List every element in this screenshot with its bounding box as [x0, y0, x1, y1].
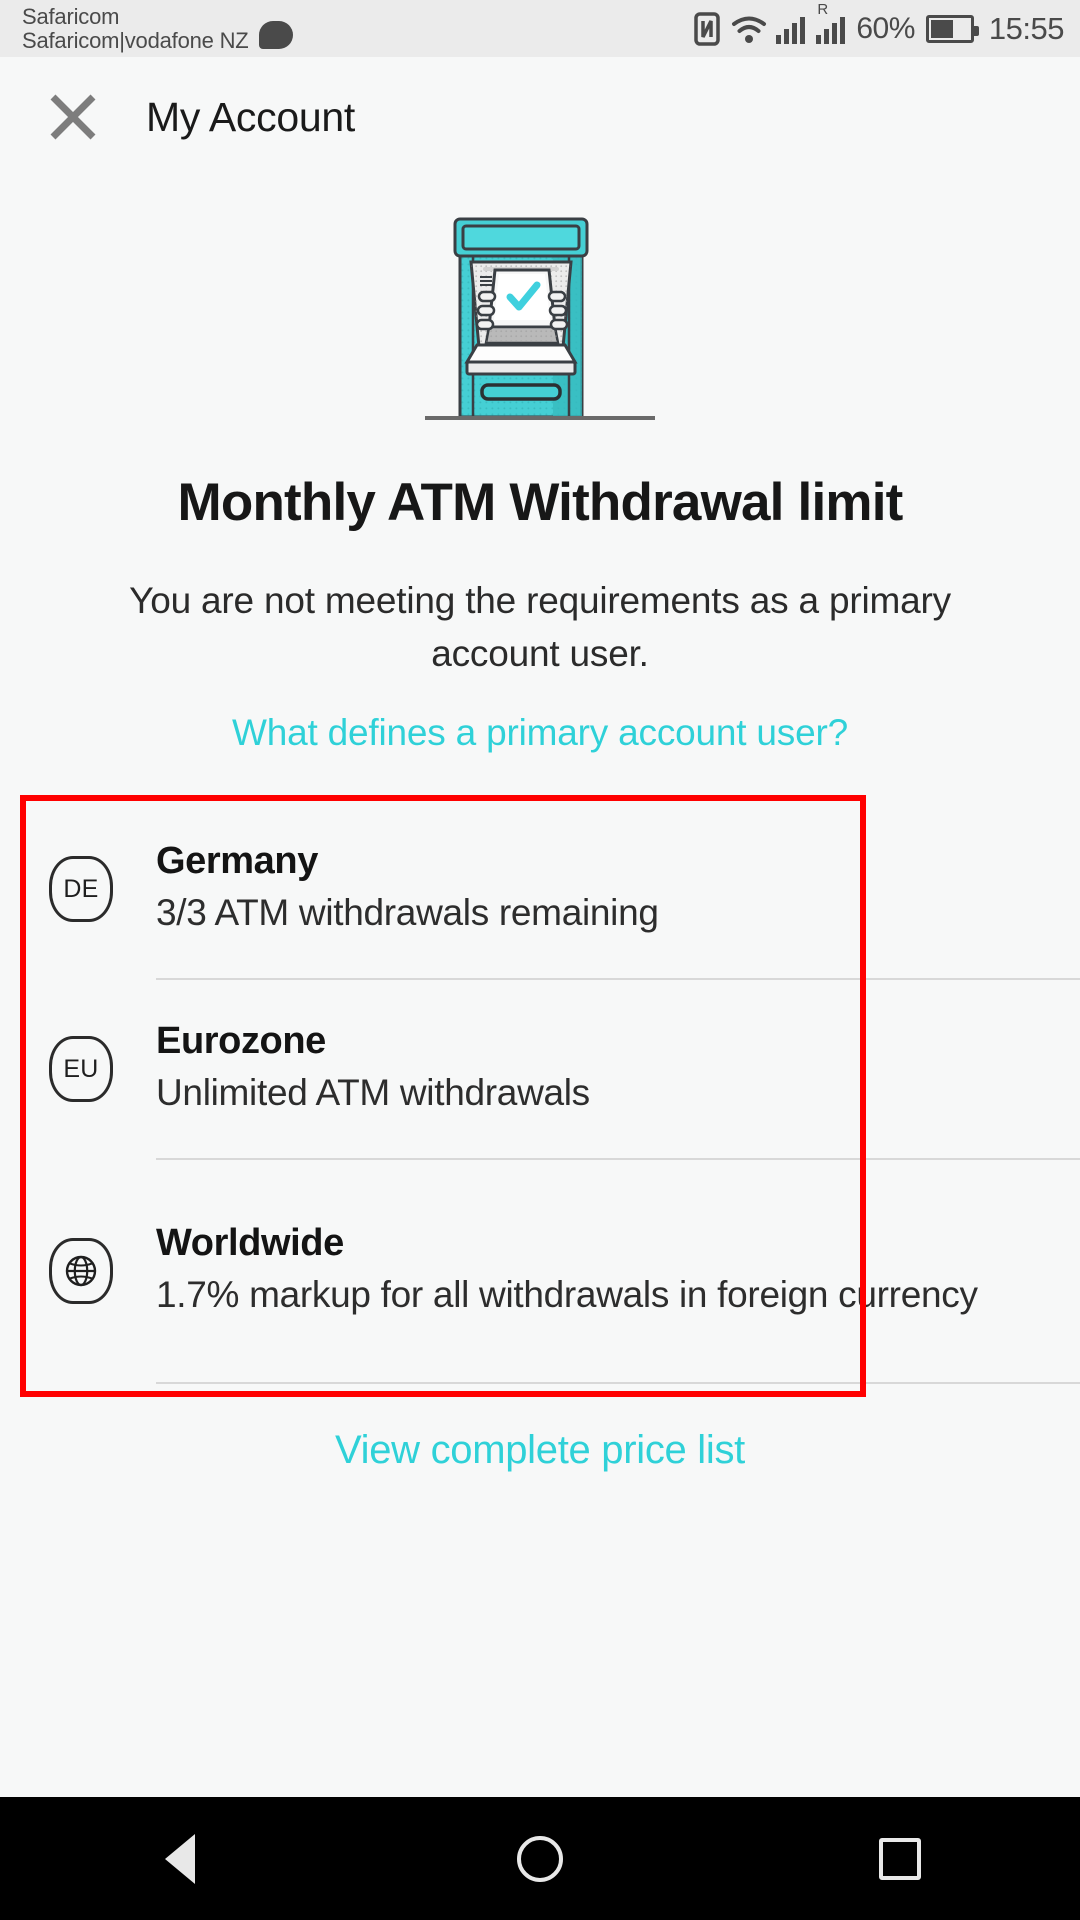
list-divider — [156, 1382, 1080, 1384]
globe-icon-shape — [49, 1238, 113, 1304]
carrier-line-2: Safaricom|vodafone NZ — [22, 27, 249, 53]
list-item[interactable]: Worldwide 1.7% markup for all withdrawal… — [0, 1160, 1080, 1382]
list-item-title: Worldwide — [156, 1222, 344, 1265]
carrier-info: Safaricom Safaricom|vodafone NZ — [22, 3, 293, 53]
battery-percent: 60% — [856, 11, 915, 45]
close-icon[interactable] — [38, 82, 108, 152]
battery-icon — [925, 14, 979, 43]
flag-eu-label: EU — [49, 1036, 113, 1102]
main-heading: Monthly ATM Withdrawal limit — [177, 473, 904, 532]
message-bubble-icon — [258, 20, 293, 49]
list-item-desc: 1.7% markup for all withdrawals in forei… — [156, 1274, 978, 1316]
main-subtitle: You are not meeting the requirements as … — [129, 580, 951, 674]
app-header: My Account — [0, 57, 1080, 177]
back-triangle-icon[interactable] — [120, 1797, 240, 1920]
page-title: My Account — [146, 93, 355, 140]
list-item-title: Germany — [156, 840, 318, 883]
list-item-desc: 3/3 ATM withdrawals remaining — [156, 892, 659, 934]
roaming-signal-icon: R — [816, 1, 846, 44]
list-item-desc: Unlimited ATM withdrawals — [156, 1072, 590, 1114]
recents-square-icon[interactable] — [840, 1797, 960, 1920]
list-item-text: Worldwide 1.7% markup for all withdrawal… — [156, 1222, 1080, 1319]
status-icons: R 60% 15:55 — [694, 1, 1065, 47]
atm-limits-list: DE Germany 3/3 ATM withdrawals remaining… — [0, 800, 1080, 1384]
list-item[interactable]: EU Eurozone Unlimited ATM withdrawals — [0, 980, 1080, 1158]
signal-bars-icon — [776, 14, 806, 44]
carrier-line-1: Safaricom — [22, 3, 120, 29]
flag-de-icon: DE — [48, 856, 114, 922]
atm-machine-illustration — [0, 215, 1080, 440]
nfc-icon — [694, 11, 721, 46]
android-nav-bar — [0, 1797, 1080, 1920]
flag-eu-icon: EU — [48, 1036, 114, 1102]
view-complete-price-list-link[interactable]: View complete price list — [0, 1428, 1080, 1473]
list-item-title: Eurozone — [156, 1020, 326, 1063]
primary-account-user-link[interactable]: What defines a primary account user? — [0, 712, 1080, 754]
home-circle-icon[interactable] — [480, 1797, 600, 1920]
roaming-label: R — [817, 0, 829, 18]
carrier-names: Safaricom Safaricom|vodafone NZ — [22, 3, 249, 53]
status-clock: 15:55 — [988, 10, 1065, 46]
list-item-text: Eurozone Unlimited ATM withdrawals — [156, 1020, 1080, 1117]
list-item-text: Germany 3/3 ATM withdrawals remaining — [156, 840, 1080, 937]
globe-icon — [48, 1238, 114, 1304]
status-bar: Safaricom Safaricom|vodafone NZ R 60% 15… — [0, 0, 1080, 57]
wifi-icon — [731, 15, 767, 43]
list-item[interactable]: DE Germany 3/3 ATM withdrawals remaining — [0, 800, 1080, 978]
flag-de-label: DE — [49, 856, 113, 922]
